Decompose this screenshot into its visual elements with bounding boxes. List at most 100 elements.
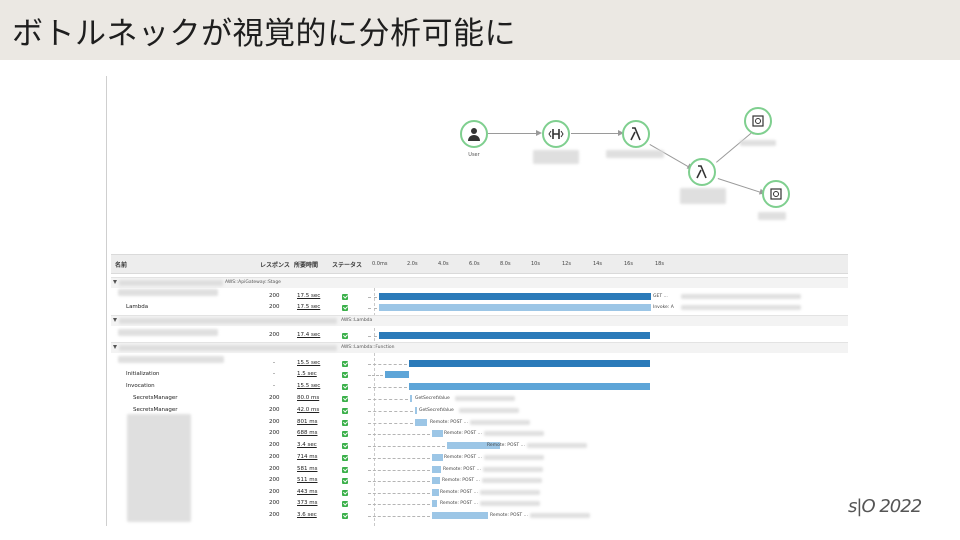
row-response: 200 — [269, 454, 280, 460]
collapse-icon[interactable] — [113, 345, 117, 349]
row-response: 200 — [269, 512, 280, 518]
node-label-user: User — [468, 152, 480, 158]
timeline-bar[interactable] — [431, 488, 439, 496]
row-duration[interactable]: 3.6 sec — [297, 512, 317, 518]
timeline-bar[interactable] — [431, 453, 443, 461]
timeline-connector — [368, 307, 377, 309]
bar-label-redacted — [527, 443, 587, 448]
bar-label-redacted — [459, 408, 519, 413]
bar-label-redacted — [480, 501, 540, 506]
bar-label[interactable]: Remote: POST ... — [487, 443, 525, 448]
collapse-icon[interactable] — [113, 280, 117, 284]
lambda-icon — [696, 165, 707, 179]
timeline-tick: 8.0s — [500, 261, 511, 267]
timeline-connector — [368, 296, 377, 298]
row-name: SecretsManager — [133, 407, 178, 413]
status-ok-icon — [342, 383, 348, 390]
node-remote-2[interactable] — [762, 180, 790, 208]
row-response: 200 — [269, 477, 280, 483]
bar-label[interactable]: Invoke: A — [653, 305, 674, 310]
row-duration[interactable]: 801 ms — [297, 419, 317, 425]
row-duration[interactable]: 3.4 sec — [297, 442, 317, 448]
row-duration[interactable]: 581 ms — [297, 466, 317, 472]
slide-title-bar: ボトルネックが視覚的に分析可能に — [0, 0, 960, 60]
bar-label-redacted — [484, 431, 544, 436]
node-remote-1[interactable] — [744, 107, 772, 135]
bar-label[interactable]: GET ... — [653, 294, 668, 299]
timeline-tick: 6.0s — [469, 261, 480, 267]
status-ok-icon — [342, 293, 348, 300]
node-api-gateway[interactable] — [542, 120, 570, 148]
row-name: Initialization — [126, 371, 160, 377]
node-lambda-2[interactable] — [688, 158, 716, 186]
row-response: 200 — [269, 500, 280, 506]
timeline-bar[interactable] — [431, 476, 440, 484]
edge-lambda2-remote1 — [716, 129, 755, 163]
row-duration[interactable]: 511 ms — [297, 477, 317, 483]
row-response: - — [273, 383, 275, 389]
timeline-connector — [368, 480, 430, 482]
node-lambda-1[interactable] — [622, 120, 650, 148]
bar-label[interactable]: Remote: POST ... — [440, 490, 478, 495]
timeline-bar[interactable] — [431, 465, 442, 473]
bar-label[interactable]: Remote: POST ... — [440, 501, 478, 506]
bar-label[interactable]: GetSecretValue — [419, 408, 454, 413]
bar-label[interactable]: GetSecretValue — [415, 396, 450, 401]
group-row-apigateway[interactable]: AWS::ApiGateway::Stage — [111, 277, 848, 288]
timeline-bar[interactable] — [410, 394, 413, 402]
row-duration[interactable]: 17.5 sec — [297, 293, 320, 299]
timeline-bar[interactable] — [431, 499, 438, 507]
row-duration[interactable]: 1.5 sec — [297, 371, 317, 377]
row-duration[interactable]: 373 ms — [297, 500, 317, 506]
api-gateway-icon — [548, 129, 564, 139]
bar-label[interactable]: Remote: POST ... — [444, 455, 482, 460]
timeline-bar[interactable] — [414, 406, 417, 414]
col-name[interactable]: 名前 — [115, 260, 127, 269]
timeline-bar[interactable] — [379, 303, 652, 311]
timeline-bar[interactable] — [431, 511, 488, 519]
group-row-lambda-function[interactable]: AWS::Lambda::Function — [111, 342, 848, 353]
col-duration[interactable]: 所要時間 — [294, 260, 318, 269]
bar-label[interactable]: Remote: POST ... — [442, 478, 480, 483]
row-name: Lambda — [126, 304, 149, 310]
timeline-bar[interactable] — [379, 331, 650, 339]
redacted-name-block — [118, 329, 218, 336]
row-duration[interactable]: 714 ms — [297, 454, 317, 460]
timeline-bar[interactable] — [408, 359, 650, 367]
user-icon — [468, 128, 480, 141]
status-ok-icon — [342, 371, 348, 378]
collapse-icon[interactable] — [113, 318, 117, 322]
edge-user-apigw — [488, 130, 542, 136]
timeline-bar[interactable] — [431, 429, 443, 437]
row-duration[interactable]: 17.5 sec — [297, 304, 320, 310]
timeline-bar[interactable] — [385, 370, 409, 378]
timeline-bar[interactable] — [379, 292, 652, 300]
bar-label[interactable]: Remote: POST ... — [443, 467, 481, 472]
bar-label[interactable]: Remote: POST ... — [430, 420, 468, 425]
timeline-connector — [368, 422, 413, 424]
bar-label[interactable]: Remote: POST ... — [444, 431, 482, 436]
group-name-redacted — [119, 345, 337, 351]
row-response: 200 — [269, 442, 280, 448]
col-response[interactable]: レスポンス — [260, 260, 290, 269]
status-ok-icon — [342, 500, 348, 507]
row-duration[interactable]: 17.4 sec — [297, 332, 320, 338]
row-duration[interactable]: 443 ms — [297, 489, 317, 495]
timeline-bar[interactable] — [408, 382, 650, 390]
row-duration[interactable]: 688 ms — [297, 430, 317, 436]
bar-label[interactable]: Remote: POST ... — [490, 513, 528, 518]
row-response: 200 — [269, 430, 280, 436]
col-status[interactable]: ステータス — [332, 260, 362, 269]
row-duration[interactable]: 15.5 sec — [297, 383, 320, 389]
row-response: 200 — [269, 407, 280, 413]
row-duration[interactable]: 42.0 ms — [297, 407, 319, 413]
bar-label-redacted — [482, 478, 542, 483]
trace-table-header: 名前 レスポンス 所要時間 ステータス 0.0ms 2.0s 4.0s 6.0s 8.0… — [111, 254, 848, 274]
node-user[interactable] — [460, 120, 488, 148]
row-duration[interactable]: 80.0 ms — [297, 395, 319, 401]
timeline-bar[interactable] — [414, 418, 428, 426]
row-duration[interactable]: 15.5 sec — [297, 360, 320, 366]
timeline-tick: 18s — [655, 261, 664, 267]
timeline-tick: 0.0ms — [372, 261, 388, 267]
group-row-lambda[interactable]: AWS::Lambda — [111, 315, 848, 326]
